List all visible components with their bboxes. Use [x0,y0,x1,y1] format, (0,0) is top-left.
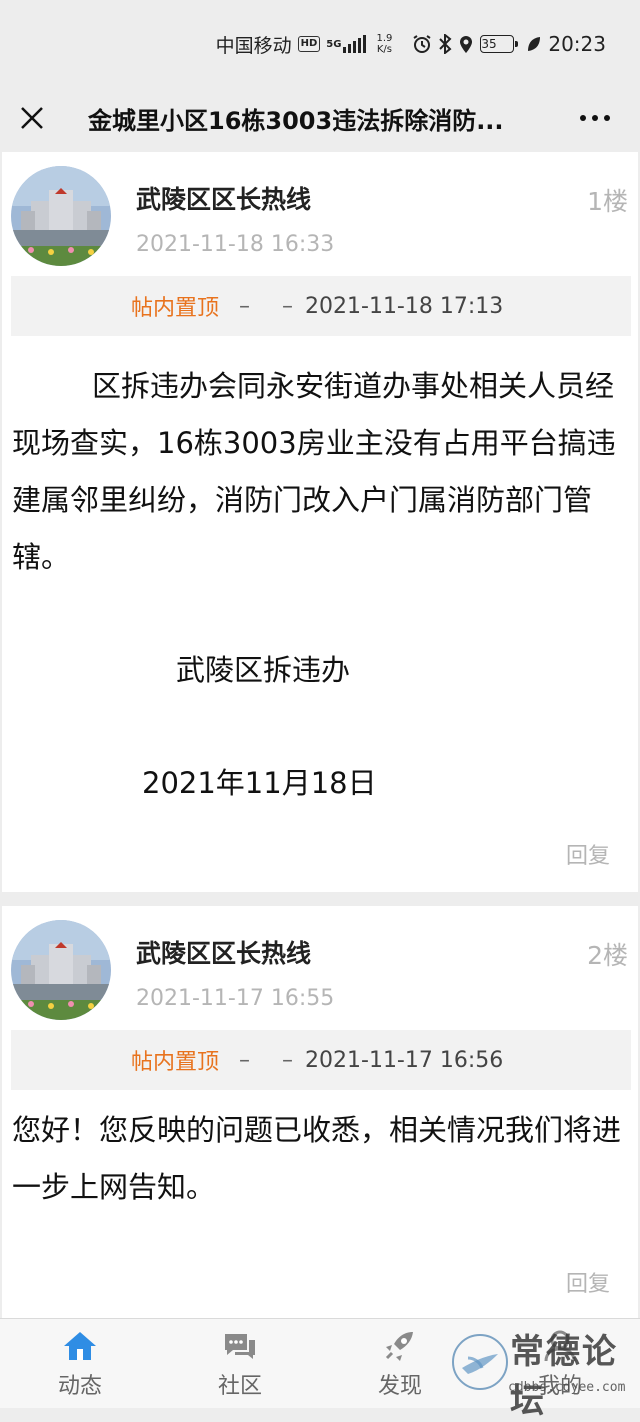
tab-label: 动态 [57,1373,102,1399]
reply-button[interactable]: 回复 [566,838,610,870]
bluetooth-icon [438,34,452,54]
tab-label: 发现 [377,1373,422,1399]
more-dot-icon [592,115,598,121]
more-dot-icon [580,115,586,121]
home-icon [60,1328,100,1364]
post-paragraph: 区拆违办会同永安街道办事处相关人员经现场查实，16栋3003房业主没有占用平台搞… [12,369,616,574]
signal-icon: 5G [326,35,367,53]
author-name[interactable]: 武陵区区长热线 [136,934,311,970]
pin-dash: – [282,293,294,319]
carrier-label: 中国移动 [215,34,292,57]
avatar[interactable] [11,166,111,266]
tab-dynamic[interactable]: 动态 [0,1319,160,1408]
battery-icon: 35 [480,35,519,53]
post-floor-1: 武陵区区长热线 2021-11-18 16:33 1楼 帖内置顶 – – 202… [2,152,638,892]
net-speed-value: 1.9 [376,33,393,44]
pin-time: 2021-11-18 17:13 [305,293,504,319]
net-speed: 1.9 K/s [376,33,392,55]
post-signature: 武陵区拆违办 [176,653,351,687]
user-icon [540,1328,580,1364]
floor-number: 2楼 [587,941,628,970]
page-title: 金城里小区16栋3003违法拆除消防... [88,106,504,135]
alarm-icon [412,34,432,54]
tab-mine[interactable]: 我的 [480,1319,640,1408]
post-time: 2021-11-18 16:33 [136,232,335,257]
pin-bar: 帖内置顶 – – 2021-11-18 17:13 [11,276,631,336]
author-name[interactable]: 武陵区区长热线 [136,180,311,216]
tab-community[interactable]: 社区 [160,1319,320,1408]
bottom-tab-bar: 动态 社区 发现 我的 [0,1318,640,1408]
location-icon [458,34,474,54]
avatar[interactable] [11,920,111,1020]
post-content: 区拆违办会同永安街道办事处相关人员经现场查实，16栋3003房业主没有占用平台搞… [12,358,628,812]
pin-bar: 帖内置顶 – – 2021-11-17 16:56 [11,1030,631,1090]
status-bar: 中国移动 HD 5G 1.9 K/s 35 20:23 [0,0,640,88]
pin-label: 帖内置顶 [131,1050,220,1075]
close-icon [21,107,43,129]
net-gen-label: 5G [326,38,342,50]
pin-label: 帖内置顶 [131,296,220,321]
close-button[interactable] [0,88,64,148]
post-content: 您好！您反映的问题已收悉，相关情况我们将进一步上网告知。 [12,1102,628,1216]
clock-time: 20:23 [548,32,606,56]
pin-dash: – [239,293,251,319]
pin-time: 2021-11-17 16:56 [305,1047,504,1073]
more-dot-icon [604,115,610,121]
more-options-button[interactable] [550,88,640,148]
hd-badge: HD [297,36,321,52]
tab-label: 社区 [217,1373,262,1399]
leaf-icon [526,35,542,53]
tab-discover[interactable]: 发现 [320,1319,480,1408]
floor-number: 1楼 [587,187,628,216]
net-speed-unit: K/s [376,44,392,55]
rocket-icon [380,1328,420,1364]
chat-icon [220,1328,260,1364]
pin-dash: – [239,1047,251,1073]
tab-label: 我的 [537,1373,582,1399]
post-paragraph: 您好！您反映的问题已收悉，相关情况我们将进一步上网告知。 [12,1113,622,1204]
post-floor-2: 武陵区区长热线 2021-11-17 16:55 2楼 帖内置顶 – – 202… [2,906,638,1318]
reply-button[interactable]: 回复 [566,1266,610,1298]
title-bar: 金城里小区16栋3003违法拆除消防... [0,88,640,148]
post-date: 2021年11月18日 [142,766,377,800]
post-time: 2021-11-17 16:55 [136,986,335,1011]
pin-dash: – [282,1047,294,1073]
